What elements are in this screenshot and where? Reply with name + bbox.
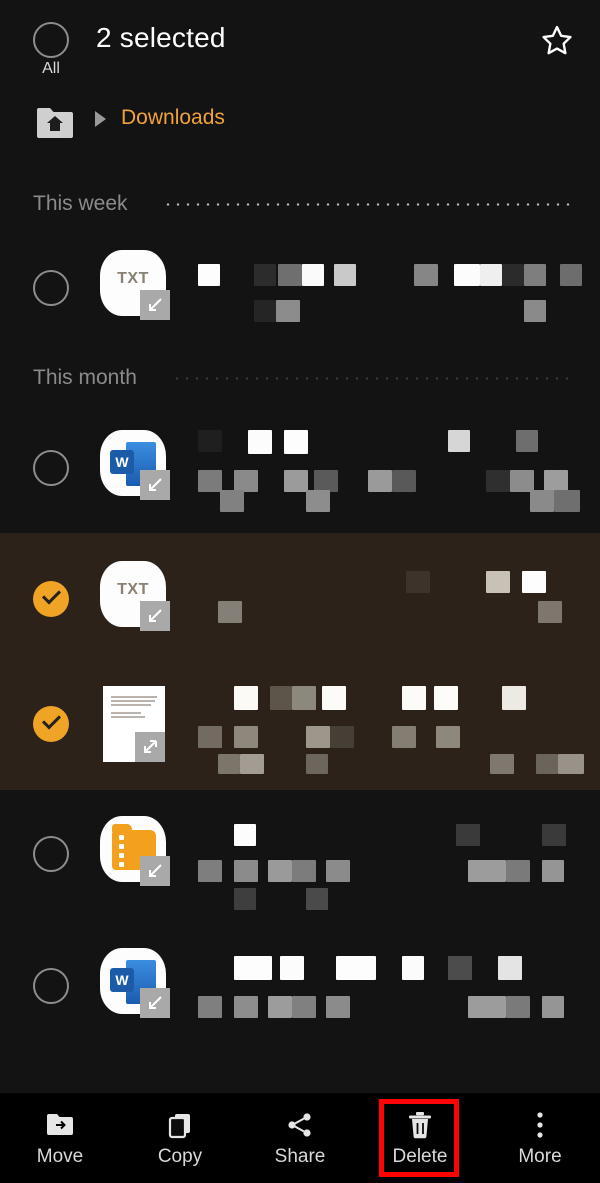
file-manager-screen: All 2 selected Downloads This week TXT T… (0, 0, 600, 1183)
word-doc-icon: W (100, 948, 172, 1020)
expand-badge-icon (140, 290, 170, 320)
chevron-right-icon (95, 111, 106, 127)
table-row[interactable]: TXT (0, 533, 600, 665)
share-nodes-icon (285, 1108, 315, 1142)
table-row[interactable] (0, 788, 600, 920)
share-button[interactable]: Share (240, 1093, 360, 1183)
tool-label: More (518, 1146, 562, 1167)
section-title: This week (33, 192, 128, 215)
row-checkbox[interactable] (33, 706, 69, 742)
select-all-label: All (42, 60, 60, 77)
copy-button[interactable]: Copy (120, 1093, 240, 1183)
file-type-label: TXT (117, 581, 149, 598)
star-outline-icon[interactable] (538, 22, 576, 60)
row-checkbox[interactable] (33, 836, 69, 872)
table-row[interactable] (0, 658, 600, 790)
row-checkbox[interactable] (33, 270, 69, 306)
trash-can-icon (406, 1108, 434, 1142)
row-checkbox[interactable] (33, 450, 69, 486)
expand-badge-icon (140, 988, 170, 1018)
row-checkbox[interactable] (33, 968, 69, 1004)
redacted-filename (196, 680, 592, 774)
row-checkbox[interactable] (33, 581, 69, 617)
tool-label: Copy (157, 1146, 203, 1167)
expand-badge-icon (135, 732, 165, 762)
selected-count-title: 2 selected (96, 22, 226, 53)
redacted-filename (196, 244, 592, 338)
redacted-filename (196, 810, 592, 910)
copy-pages-icon (165, 1108, 195, 1142)
selection-header: All 2 selected (0, 0, 600, 92)
txt-file-icon: TXT (100, 561, 172, 633)
redacted-filename (196, 424, 592, 518)
table-row[interactable]: W (0, 402, 600, 534)
zip-archive-icon (100, 816, 172, 888)
tool-label: Delete (392, 1146, 448, 1167)
table-row[interactable]: TXT (0, 222, 600, 354)
redacted-filename (196, 942, 592, 1036)
redacted-filename (196, 555, 592, 649)
section-title: This month (33, 366, 137, 389)
txt-file-icon: TXT (100, 250, 172, 322)
expand-badge-icon (140, 470, 170, 500)
breadcrumb: Downloads (0, 98, 600, 150)
select-all-checkbox[interactable] (33, 22, 69, 58)
home-folder-icon[interactable] (36, 105, 74, 139)
file-type-label: TXT (117, 270, 149, 287)
tool-label: Move (36, 1146, 84, 1167)
document-page (103, 686, 165, 762)
move-button[interactable]: Move (0, 1093, 120, 1183)
word-letter: W (110, 450, 134, 474)
word-doc-icon: W (100, 430, 172, 502)
more-vertical-icon (536, 1108, 544, 1142)
document-thumbnail-icon (100, 686, 172, 762)
word-letter: W (110, 968, 134, 992)
breadcrumb-current[interactable]: Downloads (121, 106, 225, 130)
move-folder-icon (45, 1108, 75, 1142)
tool-label: Share (274, 1146, 326, 1167)
expand-badge-icon (140, 856, 170, 886)
expand-badge-icon (140, 601, 170, 631)
bottom-action-toolbar: Move Copy Share Delete More (0, 1093, 600, 1183)
section-divider-dots (163, 203, 572, 206)
section-divider-dots (172, 377, 572, 380)
more-button[interactable]: More (480, 1093, 600, 1183)
delete-button[interactable]: Delete (360, 1093, 480, 1183)
table-row[interactable]: W (0, 920, 600, 1052)
